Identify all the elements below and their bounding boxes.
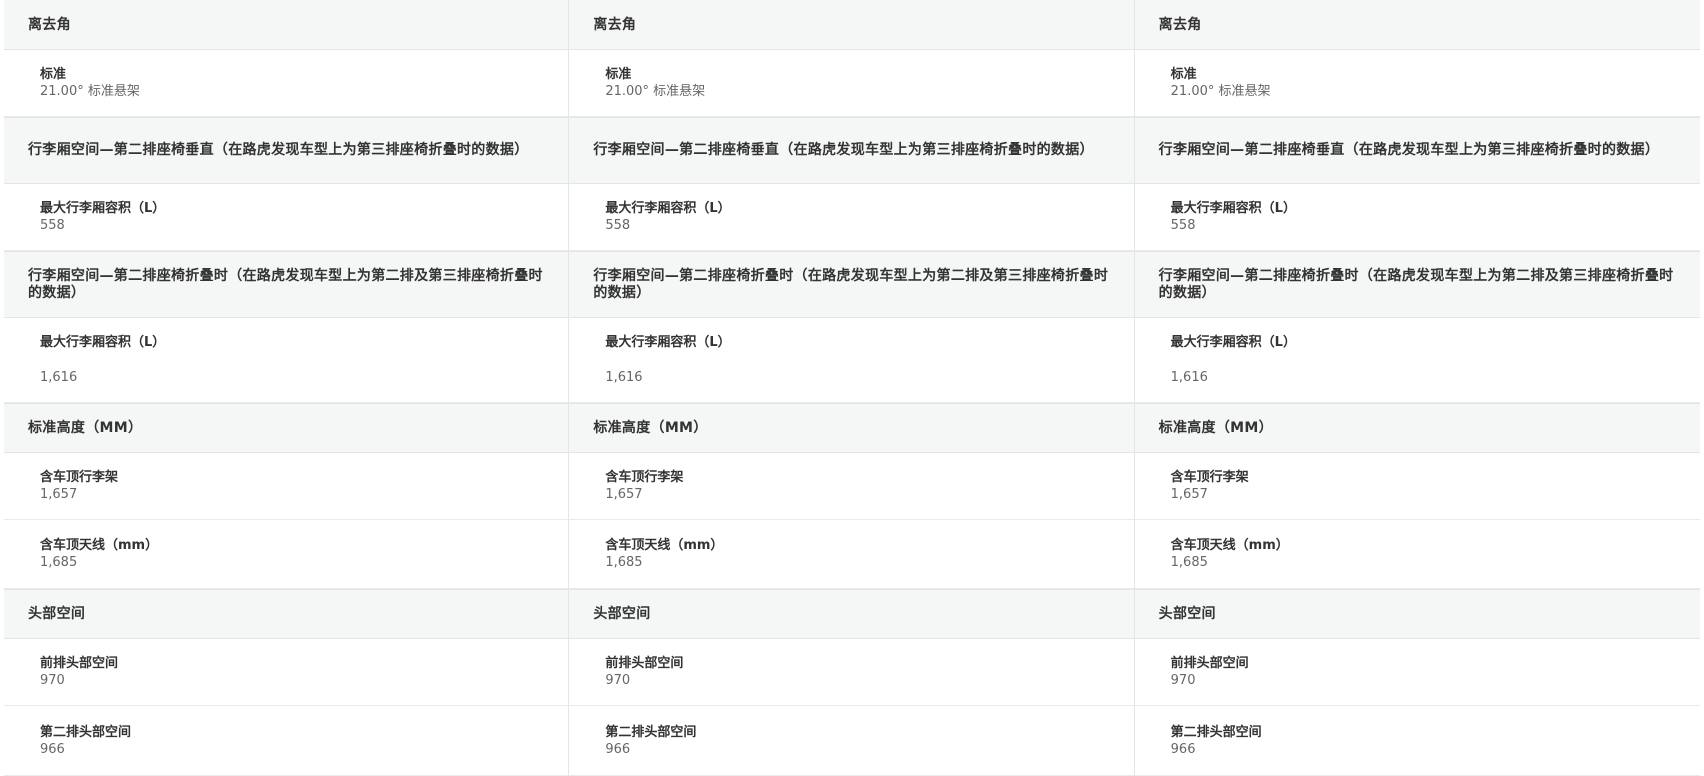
- spec-value: 970: [605, 673, 631, 688]
- spec-value: 1,657: [1170, 487, 1208, 502]
- spec-value: 1,685: [605, 555, 643, 570]
- spec-value: 966: [1170, 741, 1196, 757]
- section-title: 行李厢空间—第二排座椅垂直（在路虎发现车型上为第三排座椅折叠时的数据）: [593, 142, 1094, 158]
- spec-label: 含车顶天线（mm）: [605, 538, 724, 553]
- spec-label: 第二排头部空间: [605, 724, 697, 740]
- section-title: 行李厢空间—第二排座椅折叠时（在路虎发现车型上为第二排及第三排座椅折叠时的数据）: [593, 267, 1109, 301]
- section-header-departure-angle: 离去角: [569, 0, 1134, 50]
- spec-item-max-luggage: 最大行李厢容积（L） 558: [1134, 184, 1700, 251]
- spec-label: 前排头部空间: [605, 656, 684, 671]
- section-header-headroom: 头部空间: [569, 589, 1134, 639]
- section-header-standard-height: 标准高度（MM）: [1134, 403, 1700, 453]
- spec-label: 前排头部空间: [40, 656, 119, 671]
- section-header-standard-height: 标准高度（MM）: [4, 403, 569, 453]
- section-title: 头部空间: [1158, 605, 1216, 622]
- spec-item-roof-antenna: 含车顶天线（mm） 1,685: [4, 520, 569, 589]
- spec-value: 1,616: [605, 370, 643, 385]
- spec-item-roof-rack: 含车顶行李架 1,657: [1134, 453, 1700, 520]
- spec-item-max-luggage: 最大行李厢容积（L） 1,616: [4, 318, 569, 403]
- spec-value: 1,685: [40, 555, 78, 570]
- spec-comparison-table: 离去角 标准 21.00° 标准悬架 行李厢空间—第二排座椅垂直（在路虎发现车型…: [4, 0, 1700, 776]
- spec-value: 1,657: [605, 487, 643, 502]
- spec-label: 标准: [1170, 67, 1197, 82]
- spec-value: 1,657: [40, 487, 78, 502]
- spec-column-1: 离去角 标准 21.00° 标准悬架 行李厢空间—第二排座椅垂直（在路虎发现车型…: [4, 0, 570, 776]
- spec-label: 含车顶行李架: [1170, 470, 1249, 485]
- section-header-departure-angle: 离去角: [4, 0, 569, 50]
- spec-value: 970: [40, 673, 65, 688]
- spec-label: 第二排头部空间: [40, 724, 132, 740]
- spec-column-3: 离去角 标准 21.00° 标准悬架 行李厢空间—第二排座椅垂直（在路虎发现车型…: [1134, 0, 1700, 776]
- spec-item-front-headroom: 前排头部空间 970: [4, 639, 569, 706]
- section-header-luggage-upright: 行李厢空间—第二排座椅垂直（在路虎发现车型上为第三排座椅折叠时的数据）: [4, 117, 569, 184]
- spec-item-front-headroom: 前排头部空间 970: [569, 639, 1134, 706]
- spec-item-roof-rack: 含车顶行李架 1,657: [4, 453, 569, 520]
- spec-item-max-luggage: 最大行李厢容积（L） 1,616: [1134, 318, 1700, 403]
- section-title: 行李厢空间—第二排座椅折叠时（在路虎发现车型上为第二排及第三排座椅折叠时的数据）: [1158, 267, 1674, 301]
- spec-item-roof-rack: 含车顶行李架 1,657: [569, 453, 1134, 520]
- spec-value: 21.00° 标准悬架: [40, 84, 140, 99]
- section-title: 行李厢空间—第二排座椅垂直（在路虎发现车型上为第三排座椅折叠时的数据）: [1158, 142, 1660, 158]
- spec-label: 含车顶天线（mm）: [1170, 538, 1289, 553]
- spec-value: 1,616: [1170, 370, 1208, 385]
- section-title: 头部空间: [593, 605, 651, 622]
- spec-item-second-headroom: 第二排头部空间 966: [4, 706, 569, 776]
- spec-label: 前排头部空间: [1170, 656, 1249, 671]
- spec-label: 标准: [40, 67, 67, 82]
- spec-item-max-luggage: 最大行李厢容积（L） 558: [569, 184, 1134, 251]
- spec-column-2: 离去角 标准 21.00° 标准悬架 行李厢空间—第二排座椅垂直（在路虎发现车型…: [569, 0, 1135, 776]
- spec-item-second-headroom: 第二排头部空间 966: [569, 706, 1134, 776]
- section-header-luggage-folded: 行李厢空间—第二排座椅折叠时（在路虎发现车型上为第二排及第三排座椅折叠时的数据）: [1134, 251, 1700, 318]
- section-title: 标准高度（MM）: [28, 419, 143, 436]
- spec-label: 最大行李厢容积（L）: [40, 335, 166, 350]
- section-title: 离去角: [28, 16, 71, 33]
- spec-label: 含车顶行李架: [605, 470, 684, 485]
- section-header-departure-angle: 离去角: [1134, 0, 1700, 50]
- spec-item-standard: 标准 21.00° 标准悬架: [4, 50, 569, 117]
- section-header-headroom: 头部空间: [4, 589, 569, 639]
- spec-label: 最大行李厢容积（L）: [605, 335, 731, 350]
- spec-item-standard: 标准 21.00° 标准悬架: [569, 50, 1134, 117]
- section-header-luggage-upright: 行李厢空间—第二排座椅垂直（在路虎发现车型上为第三排座椅折叠时的数据）: [569, 117, 1134, 184]
- spec-label: 最大行李厢容积（L）: [605, 201, 731, 216]
- spec-label: 最大行李厢容积（L）: [40, 201, 166, 216]
- section-header-standard-height: 标准高度（MM）: [569, 403, 1134, 453]
- section-title: 标准高度（MM）: [1158, 419, 1273, 436]
- spec-label: 含车顶天线（mm）: [40, 538, 159, 553]
- spec-value: 558: [1170, 218, 1196, 233]
- spec-item-max-luggage: 最大行李厢容积（L） 558: [4, 184, 569, 251]
- spec-value: 966: [605, 741, 631, 757]
- section-header-luggage-folded: 行李厢空间—第二排座椅折叠时（在路虎发现车型上为第二排及第三排座椅折叠时的数据）: [569, 251, 1134, 318]
- spec-label: 最大行李厢容积（L）: [1170, 335, 1296, 350]
- section-header-luggage-folded: 行李厢空间—第二排座椅折叠时（在路虎发现车型上为第二排及第三排座椅折叠时的数据）: [4, 251, 569, 318]
- spec-value: 1,616: [40, 370, 78, 385]
- section-title: 行李厢空间—第二排座椅折叠时（在路虎发现车型上为第二排及第三排座椅折叠时的数据）: [28, 267, 543, 301]
- spec-item-standard: 标准 21.00° 标准悬架: [1134, 50, 1700, 117]
- section-title: 头部空间: [28, 605, 86, 622]
- spec-item-second-headroom: 第二排头部空间 966: [1134, 706, 1700, 776]
- section-title: 离去角: [1158, 16, 1202, 33]
- spec-item-roof-antenna: 含车顶天线（mm） 1,685: [1134, 520, 1700, 589]
- spec-label: 标准: [605, 67, 632, 82]
- spec-item-max-luggage: 最大行李厢容积（L） 1,616: [569, 318, 1134, 403]
- spec-value: 558: [40, 218, 65, 233]
- section-header-headroom: 头部空间: [1134, 589, 1700, 639]
- spec-value: 970: [1170, 673, 1196, 688]
- section-title: 行李厢空间—第二排座椅垂直（在路虎发现车型上为第三排座椅折叠时的数据）: [28, 142, 529, 158]
- spec-value: 966: [40, 741, 65, 757]
- section-title: 离去角: [593, 16, 637, 33]
- spec-item-front-headroom: 前排头部空间 970: [1134, 639, 1700, 706]
- spec-value: 1,685: [1170, 555, 1208, 570]
- section-title: 标准高度（MM）: [593, 419, 708, 436]
- spec-label: 含车顶行李架: [40, 470, 119, 485]
- spec-label: 第二排头部空间: [1170, 724, 1262, 740]
- spec-item-roof-antenna: 含车顶天线（mm） 1,685: [569, 520, 1134, 589]
- section-header-luggage-upright: 行李厢空间—第二排座椅垂直（在路虎发现车型上为第三排座椅折叠时的数据）: [1134, 117, 1700, 184]
- spec-value: 558: [605, 218, 631, 233]
- spec-value: 21.00° 标准悬架: [1170, 84, 1271, 99]
- spec-label: 最大行李厢容积（L）: [1170, 201, 1296, 216]
- spec-value: 21.00° 标准悬架: [605, 84, 706, 99]
